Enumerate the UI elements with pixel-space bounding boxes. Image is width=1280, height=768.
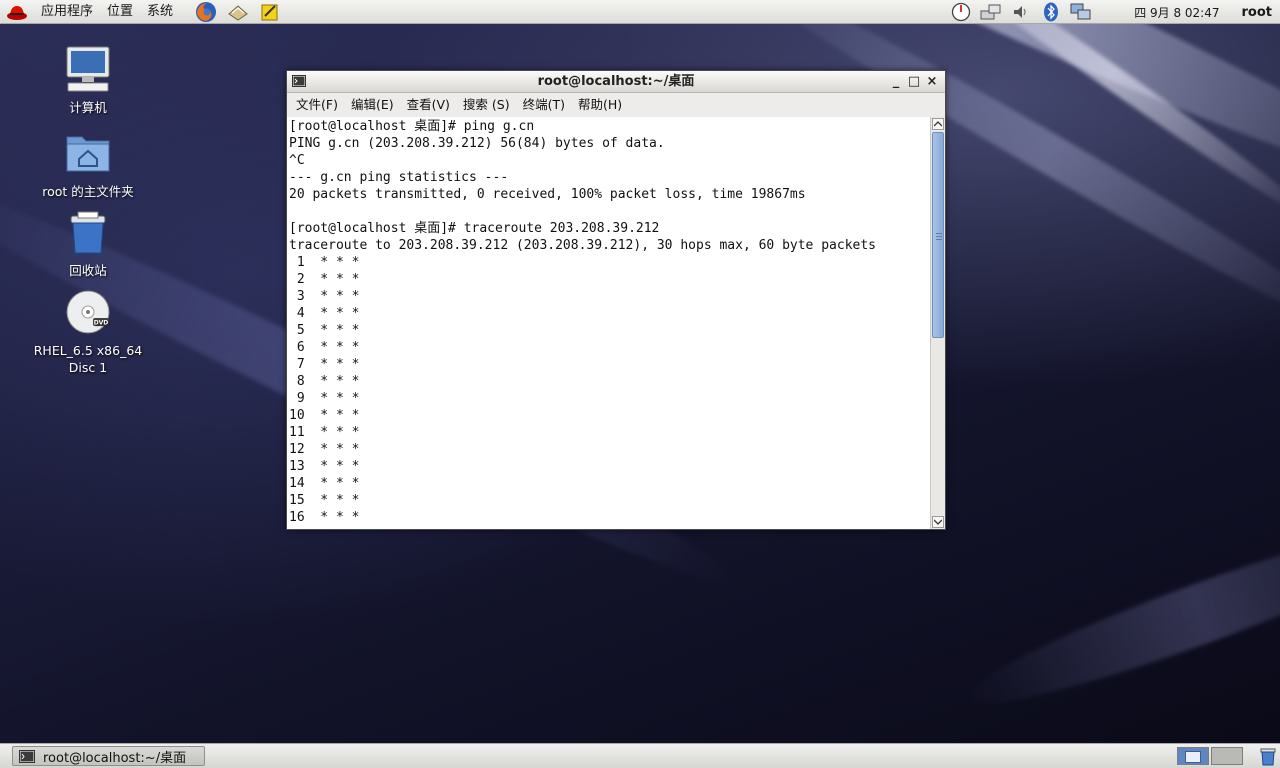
top-panel: 应用程序 位置 系统 四 9月 8 02:47 root	[0, 0, 1280, 24]
terminal-output[interactable]: [root@localhost 桌面]# ping g.cn PING g.cn…	[287, 117, 930, 529]
terminal-icon	[19, 749, 35, 763]
terminal-line: 5 * * *	[289, 323, 360, 338]
display-icon[interactable]	[1070, 2, 1092, 22]
terminal-line: 14 * * *	[289, 476, 360, 491]
menu-applications[interactable]: 应用程序	[34, 0, 100, 24]
terminal-line: [root@localhost 桌面]# ping g.cn	[289, 119, 535, 134]
desktop-icon-home[interactable]: root 的主文件夹	[23, 129, 153, 200]
terminal-window[interactable]: root@localhost:~/桌面 _ □ × 文件(F) 编辑(E) 查看…	[286, 70, 946, 530]
terminal-line: 12 * * *	[289, 442, 360, 457]
menu-help[interactable]: 帮助(H)	[572, 93, 628, 117]
note-icon[interactable]	[258, 1, 282, 23]
desktop-icon-label: 计算机	[69, 100, 107, 115]
menu-places[interactable]: 位置	[100, 0, 140, 24]
maximize-button[interactable]: □	[905, 73, 923, 91]
menu-view[interactable]: 查看(V)	[401, 93, 456, 117]
terminal-text: [root@localhost 桌面]# ping g.cn PING g.cn…	[287, 117, 930, 526]
menu-file[interactable]: 文件(F)	[290, 93, 344, 117]
redhat-logo-icon[interactable]	[6, 2, 28, 22]
menu-terminal[interactable]: 终端(T)	[517, 93, 571, 117]
terminal-line: [root@localhost 桌面]# traceroute 203.208.…	[289, 221, 660, 236]
desktop-icon-label: root 的主文件夹	[42, 184, 134, 199]
terminal-line: PING g.cn (203.208.39.212) 56(84) bytes …	[289, 136, 665, 151]
workspace-switcher	[1177, 747, 1243, 765]
trash-applet-icon[interactable]	[1258, 746, 1278, 766]
network-icon[interactable]	[980, 2, 1002, 22]
desktop-icon-label: 回收站	[69, 263, 107, 278]
svg-text:DVD: DVD	[94, 320, 109, 327]
bluetooth-icon[interactable]	[1040, 2, 1062, 22]
desktop-icon-trash[interactable]: 回收站	[23, 208, 153, 279]
terminal-line: 11 * * *	[289, 425, 360, 440]
desktop-icon-computer[interactable]: 计算机	[23, 45, 153, 116]
desktop-icon-label: RHEL_6.5 x86_64 Disc 1	[33, 343, 143, 375]
terminal-line: 16 * * *	[289, 510, 360, 525]
minimize-button[interactable]: _	[887, 73, 905, 91]
bottom-panel: root@localhost:~/桌面	[0, 743, 1280, 768]
menu-system[interactable]: 系统	[140, 0, 180, 24]
close-button[interactable]: ×	[923, 73, 941, 91]
terminal-line: traceroute to 203.208.39.212 (203.208.39…	[289, 238, 876, 253]
terminal-line: 6 * * *	[289, 340, 360, 355]
terminal-line: 10 * * *	[289, 408, 360, 423]
terminal-line: 1 * * *	[289, 255, 360, 270]
trash-icon	[70, 211, 106, 254]
terminal-line: 2 * * *	[289, 272, 360, 287]
window-menubar: 文件(F) 编辑(E) 查看(V) 搜索 (S) 终端(T) 帮助(H)	[287, 93, 945, 118]
terminal-line: 7 * * *	[289, 357, 360, 372]
workspace-2[interactable]	[1211, 747, 1243, 765]
terminal-line: 9 * * *	[289, 391, 360, 406]
terminal-line: 13 * * *	[289, 459, 360, 474]
terminal-line: 8 * * *	[289, 374, 360, 389]
taskbar-button-label: root@localhost:~/桌面	[43, 750, 187, 766]
panel-clock[interactable]: 四 9月 8 02:47	[1134, 4, 1219, 21]
mail-icon[interactable]	[226, 1, 250, 23]
terminal-line: 3 * * *	[289, 289, 360, 304]
terminal-line: 15 * * *	[289, 493, 360, 508]
scroll-up-button[interactable]	[932, 118, 944, 130]
scrollbar-thumb[interactable]	[932, 132, 944, 338]
firefox-icon[interactable]	[194, 1, 218, 23]
gauge-icon[interactable]	[950, 2, 972, 22]
window-titlebar[interactable]: root@localhost:~/桌面 _ □ ×	[287, 71, 945, 93]
terminal-line: 20 packets transmitted, 0 received, 100%…	[289, 187, 806, 202]
terminal-line: ^C	[289, 153, 305, 168]
window-title: root@localhost:~/桌面	[537, 74, 695, 89]
menu-edit[interactable]: 编辑(E)	[345, 93, 400, 117]
volume-icon[interactable]	[1010, 2, 1032, 22]
menu-search[interactable]: 搜索 (S)	[457, 93, 516, 117]
dvd-icon: DVD	[66, 290, 110, 334]
scroll-down-button[interactable]	[932, 516, 944, 528]
home-folder-icon	[66, 136, 110, 172]
taskbar-terminal-button[interactable]: root@localhost:~/桌面	[12, 746, 205, 766]
workspace-1[interactable]	[1177, 747, 1209, 765]
computer-icon	[66, 46, 110, 92]
panel-user-name[interactable]: root	[1242, 5, 1273, 20]
vertical-scrollbar[interactable]	[930, 117, 945, 529]
terminal-line: 4 * * *	[289, 306, 360, 321]
terminal-line: --- g.cn ping statistics ---	[289, 170, 509, 185]
desktop-icon-dvd[interactable]: DVD RHEL_6.5 x86_64 Disc 1	[23, 288, 153, 376]
terminal-icon	[292, 75, 306, 87]
